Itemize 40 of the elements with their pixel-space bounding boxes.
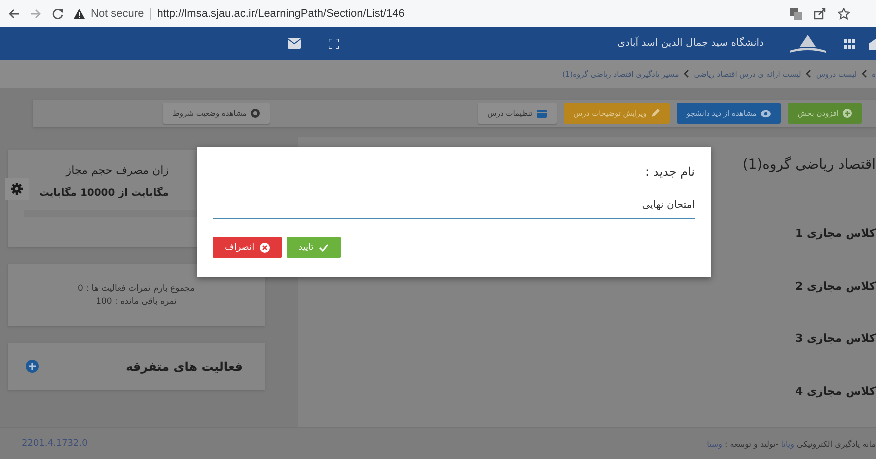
field-label: نام جدید : — [644, 165, 695, 179]
footer-link[interactable]: ویانا — [781, 440, 794, 448]
settings-tab[interactable] — [5, 178, 29, 200]
grid-icon[interactable] — [844, 38, 855, 48]
cancel-button[interactable]: انصراف — [213, 237, 282, 258]
plus-circle-icon — [843, 109, 852, 118]
name-field[interactable]: امتحان نهایی — [213, 196, 695, 219]
fullscreen-icon[interactable] — [329, 38, 339, 48]
usage-amount: مگابایت از 10000 مگابایت — [39, 188, 169, 199]
section-title[interactable]: کلاس مجازی 3 — [298, 322, 876, 374]
confirm-button[interactable]: تایید — [286, 237, 341, 258]
card-icon — [536, 110, 547, 118]
grade-summary: مجموع بارم نمرات فعالیت ها : 0 — [78, 284, 195, 294]
version-label: 2201.4.1732.0 — [22, 439, 88, 449]
university-name: دانشگاه سید جمال الدین اسد آبادی — [618, 38, 764, 49]
chevron-icon — [862, 70, 868, 78]
footer-link[interactable]: وستا — [707, 440, 722, 448]
home-icon[interactable] — [869, 38, 876, 50]
settings-icon — [11, 183, 23, 195]
section-title[interactable]: کلاس مجازی 4 — [298, 374, 876, 427]
grade-summary: نمره باقی مانده : 100 — [96, 296, 177, 306]
footer-credit: مانه یادگیری الکترونیکی ویانا -تولید و توسعه : وستا — [707, 440, 876, 448]
usage-title: زان مصرف حجم مجاز — [66, 164, 169, 177]
chevron-icon — [684, 70, 690, 78]
translate-icon[interactable] — [790, 8, 802, 20]
address-bar[interactable]: http://lmsa.sjau.ac.ir/LearningPath/Section/List/146 — [150, 8, 405, 20]
check-icon — [318, 244, 329, 252]
reload-icon[interactable] — [52, 8, 64, 20]
add-icon[interactable] — [26, 360, 39, 373]
share-icon[interactable] — [814, 8, 826, 20]
star-icon[interactable] — [838, 8, 850, 20]
security-label: Not secure — [91, 8, 144, 20]
course-title: اقتصاد ریاضی گروه(1) — [742, 157, 876, 175]
pencil-icon — [650, 109, 660, 118]
close-icon — [260, 242, 270, 252]
warning-icon — [74, 8, 85, 18]
back-icon[interactable] — [8, 8, 20, 20]
misc-title: فعالیت های متفرقه — [126, 360, 243, 374]
chevron-icon — [806, 70, 812, 78]
mail-icon[interactable] — [288, 38, 301, 49]
